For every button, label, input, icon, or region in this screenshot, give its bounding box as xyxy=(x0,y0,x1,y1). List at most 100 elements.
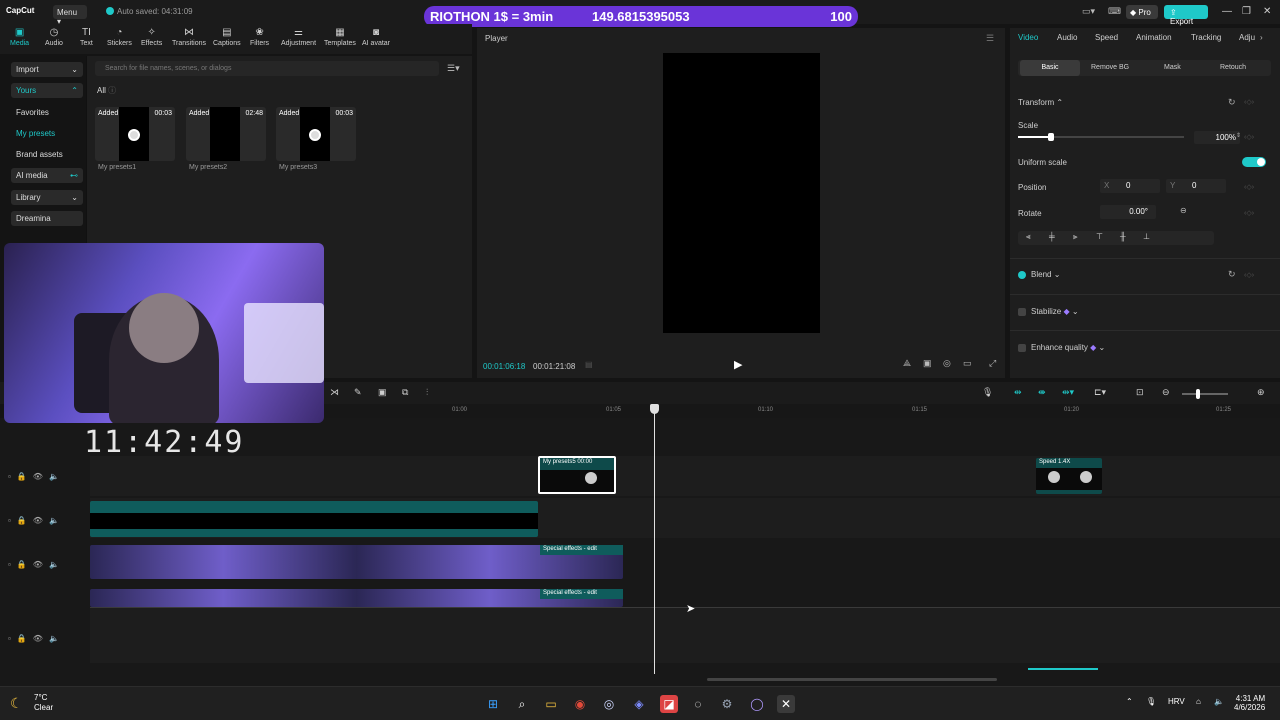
scale-knob[interactable] xyxy=(1048,133,1055,141)
magnet-icon[interactable]: ⇼ xyxy=(1038,387,1046,398)
speed-clip[interactable]: Speed 1.4X xyxy=(1036,458,1102,494)
import-dropdown[interactable]: Import ⌄ xyxy=(11,62,83,77)
file-explorer-icon[interactable]: ▭ xyxy=(542,695,560,713)
subtab-basic[interactable]: Basic xyxy=(1020,60,1080,76)
rotate-input[interactable]: 0.00° xyxy=(1100,205,1156,219)
subtab-retouch[interactable]: Retouch xyxy=(1220,64,1246,71)
stabilize-checkbox[interactable] xyxy=(1018,308,1026,316)
quality-icon[interactable]: ▣ xyxy=(923,358,932,369)
library-dropdown[interactable]: Library ⌄ xyxy=(11,190,83,205)
tool-filters[interactable]: ❀ Filters xyxy=(250,27,269,47)
timeline-format-icon[interactable]: ▤ xyxy=(585,360,593,369)
keyframe-icon[interactable]: ‹◇› xyxy=(1244,209,1254,217)
crop-icon[interactable]: ⟁ xyxy=(903,358,911,369)
ratio-icon[interactable]: ▭ xyxy=(963,358,972,369)
minimize-icon[interactable]: — xyxy=(1222,6,1232,17)
fullscreen-icon[interactable]: ⤢ xyxy=(989,358,996,369)
volume-icon[interactable]: 🔈 xyxy=(1214,697,1224,706)
zoom-slider[interactable] xyxy=(1182,389,1228,399)
close-icon[interactable]: ✕ xyxy=(1263,6,1271,17)
black-clip[interactable] xyxy=(90,501,538,537)
video-clip[interactable]: Special effects - edit xyxy=(90,589,623,607)
subtab-mask[interactable]: Mask xyxy=(1164,64,1181,71)
chrome-icon[interactable]: ◉ xyxy=(571,695,589,713)
align-right-icon[interactable]: ⫸ xyxy=(1073,232,1078,242)
rotate-icon[interactable]: ⊖ xyxy=(1180,206,1187,215)
search-icon[interactable]: ⌕ xyxy=(513,695,531,713)
sidebar-item-brand-assets[interactable]: Brand assets xyxy=(11,147,83,162)
link-icon[interactable]: ⇹ xyxy=(1014,387,1022,398)
start-icon[interactable]: ⊞ xyxy=(484,695,502,713)
search-input[interactable]: Search for file names, scenes, or dialog… xyxy=(95,61,439,76)
snap-icon[interactable]: ⇹▾ xyxy=(1062,387,1074,398)
player-menu-icon[interactable]: ☰ xyxy=(986,33,994,44)
tool-effects[interactable]: ✧ Effects xyxy=(141,27,162,47)
sidebar-item-dreamina[interactable]: Dreamina xyxy=(11,211,83,226)
filter-all[interactable]: All ⓘ xyxy=(97,85,116,96)
sort-icon[interactable]: ☰▾ xyxy=(447,63,460,74)
position-x-input[interactable]: X0 xyxy=(1100,179,1160,193)
zoom-out-icon[interactable]: ⊖ xyxy=(1162,387,1170,398)
horizontal-scrollbar[interactable] xyxy=(707,678,997,681)
zoom-in-icon[interactable]: ⊕ xyxy=(1257,387,1265,398)
position-y-input[interactable]: Y0 xyxy=(1166,179,1226,193)
blend-section[interactable]: Blend ⌄ xyxy=(1031,270,1060,279)
reset-icon[interactable]: ↻ xyxy=(1228,97,1236,108)
uniform-scale-toggle[interactable] xyxy=(1242,157,1266,167)
pro-button[interactable]: ◆ Pro xyxy=(1126,5,1158,19)
tab-speed[interactable]: Speed xyxy=(1095,33,1118,42)
preview-canvas[interactable] xyxy=(663,53,820,333)
tab-animation[interactable]: Animation xyxy=(1136,33,1172,42)
export-button[interactable]: ⇪ Export xyxy=(1164,5,1208,26)
subtab-remove-bg[interactable]: Remove BG xyxy=(1091,64,1129,71)
play-button[interactable]: ▶ xyxy=(734,358,742,371)
fit-icon[interactable]: ⊡ xyxy=(1136,387,1144,398)
playhead[interactable] xyxy=(650,404,659,674)
tab-adjust[interactable]: Adju xyxy=(1239,33,1255,42)
tool-templates[interactable]: ▦ Templates xyxy=(324,27,356,47)
stabilize-section[interactable]: Stabilize ◆ ⌄ xyxy=(1031,307,1079,316)
vpn-icon[interactable]: ◯ xyxy=(748,695,766,713)
language-indicator[interactable]: HRV xyxy=(1168,697,1185,706)
shortcut-icon[interactable]: ⌨ xyxy=(1108,6,1121,17)
network-icon[interactable]: ⌂ xyxy=(1196,697,1201,706)
tool-adjustment[interactable]: ⚌ Adjustment xyxy=(281,27,316,47)
preview-axis-icon[interactable]: ⊏▾ xyxy=(1094,387,1106,398)
align-center-icon[interactable]: ╪ xyxy=(1049,232,1055,241)
yours-dropdown[interactable]: Yours ⌃ xyxy=(11,83,83,98)
maximize-icon[interactable]: ❐ xyxy=(1242,6,1251,17)
settings-icon[interactable]: ⚙ xyxy=(718,695,736,713)
scale-slider[interactable] xyxy=(1018,133,1184,141)
tool-text[interactable]: TI Text xyxy=(80,27,93,47)
align-left-icon[interactable]: ⫷ xyxy=(1026,232,1031,242)
zoom-knob[interactable] xyxy=(1196,389,1200,399)
tool-audio[interactable]: ◷ Audio xyxy=(45,27,63,47)
tool-stickers[interactable]: ◔ Stickers xyxy=(107,27,132,47)
media-card[interactable]: Added 00:03 xyxy=(276,107,356,161)
clock-widget[interactable]: 4:31 AM 4/6/2026 xyxy=(1234,694,1265,712)
align-top-icon[interactable]: ⊤ xyxy=(1096,232,1103,241)
menu-button[interactable]: Menu ▾ xyxy=(53,5,87,26)
tool-ai-avatar[interactable]: ◙ AI avatar xyxy=(362,27,390,47)
app-icon[interactable]: ◪ xyxy=(660,695,678,713)
layout-icon[interactable]: ▭▾ xyxy=(1082,6,1095,17)
audio-wave-icon[interactable]: ⫶ xyxy=(426,387,428,398)
track-header[interactable]: ▫🔒👁🔈 xyxy=(8,516,65,525)
sidebar-item-my-presets[interactable]: My presets xyxy=(11,126,83,141)
magic-icon[interactable]: ✎ xyxy=(354,387,362,398)
crop-tool-icon[interactable]: ▣ xyxy=(378,387,387,398)
align-bottom-icon[interactable]: ⊥ xyxy=(1143,232,1150,241)
stepper-icon[interactable]: ⇕ xyxy=(1236,132,1241,139)
snapshot-icon[interactable]: ◎ xyxy=(943,358,951,369)
keyframe-icon[interactable]: ‹◇› xyxy=(1244,98,1254,106)
video-clip[interactable]: Special effects - edit xyxy=(90,545,623,579)
sidebar-item-favorites[interactable]: Favorites xyxy=(11,105,83,120)
enhance-quality-checkbox[interactable] xyxy=(1018,344,1026,352)
track-header[interactable]: ▫🔒👁🔈 xyxy=(8,634,65,643)
microphone-tray-icon[interactable]: 🎙 xyxy=(1146,697,1156,706)
preset-clip[interactable]: My presets5 00:00 xyxy=(538,456,616,494)
split-icon[interactable]: ⋊ xyxy=(330,387,339,398)
enhance-quality-section[interactable]: Enhance quality ◆ ⌄ xyxy=(1031,343,1105,352)
media-card[interactable]: Added 00:03 xyxy=(95,107,175,161)
keyframe-icon[interactable]: ‹◇› xyxy=(1244,271,1254,279)
